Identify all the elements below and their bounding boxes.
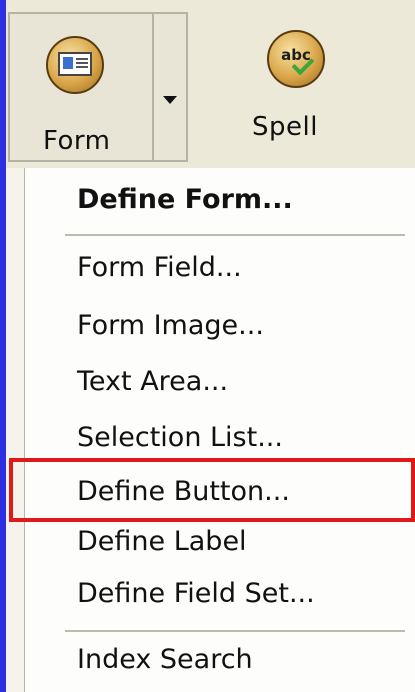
menu-item-define-field-set[interactable]: Define Field Set... <box>77 578 315 609</box>
menu-item-form-field[interactable]: Form Field... <box>77 252 242 283</box>
menu-item-index-search[interactable]: Index Search <box>77 644 253 675</box>
menu-separator <box>65 234 405 236</box>
menu-item-text-area[interactable]: Text Area... <box>77 366 228 397</box>
form-split-button[interactable]: Form <box>8 12 188 162</box>
menu-item-form-image[interactable]: Form Image... <box>77 310 264 341</box>
menu-separator <box>65 630 405 632</box>
form-button-label: Form <box>43 126 111 156</box>
menu-item-selection-list[interactable]: Selection List... <box>77 422 283 453</box>
chevron-down-icon <box>163 96 177 104</box>
spell-button-label: Spell <box>252 112 318 142</box>
form-button[interactable]: Form <box>10 14 154 160</box>
spell-check-icon: abc <box>267 30 325 88</box>
menu-item-define-form[interactable]: Define Form... <box>77 184 293 215</box>
toolbar: Form abc Spell <box>6 0 415 168</box>
document-edge <box>6 168 25 692</box>
highlight-box <box>9 458 415 522</box>
form-dropdown-button[interactable] <box>154 14 186 160</box>
form-dropdown-menu: Define Form... Form Field... Form Image.… <box>24 168 415 692</box>
menu-item-define-label[interactable]: Define Label <box>77 526 247 557</box>
form-icon <box>46 36 104 94</box>
application-window: Form abc Spell Define Form... Form Field… <box>6 0 415 692</box>
